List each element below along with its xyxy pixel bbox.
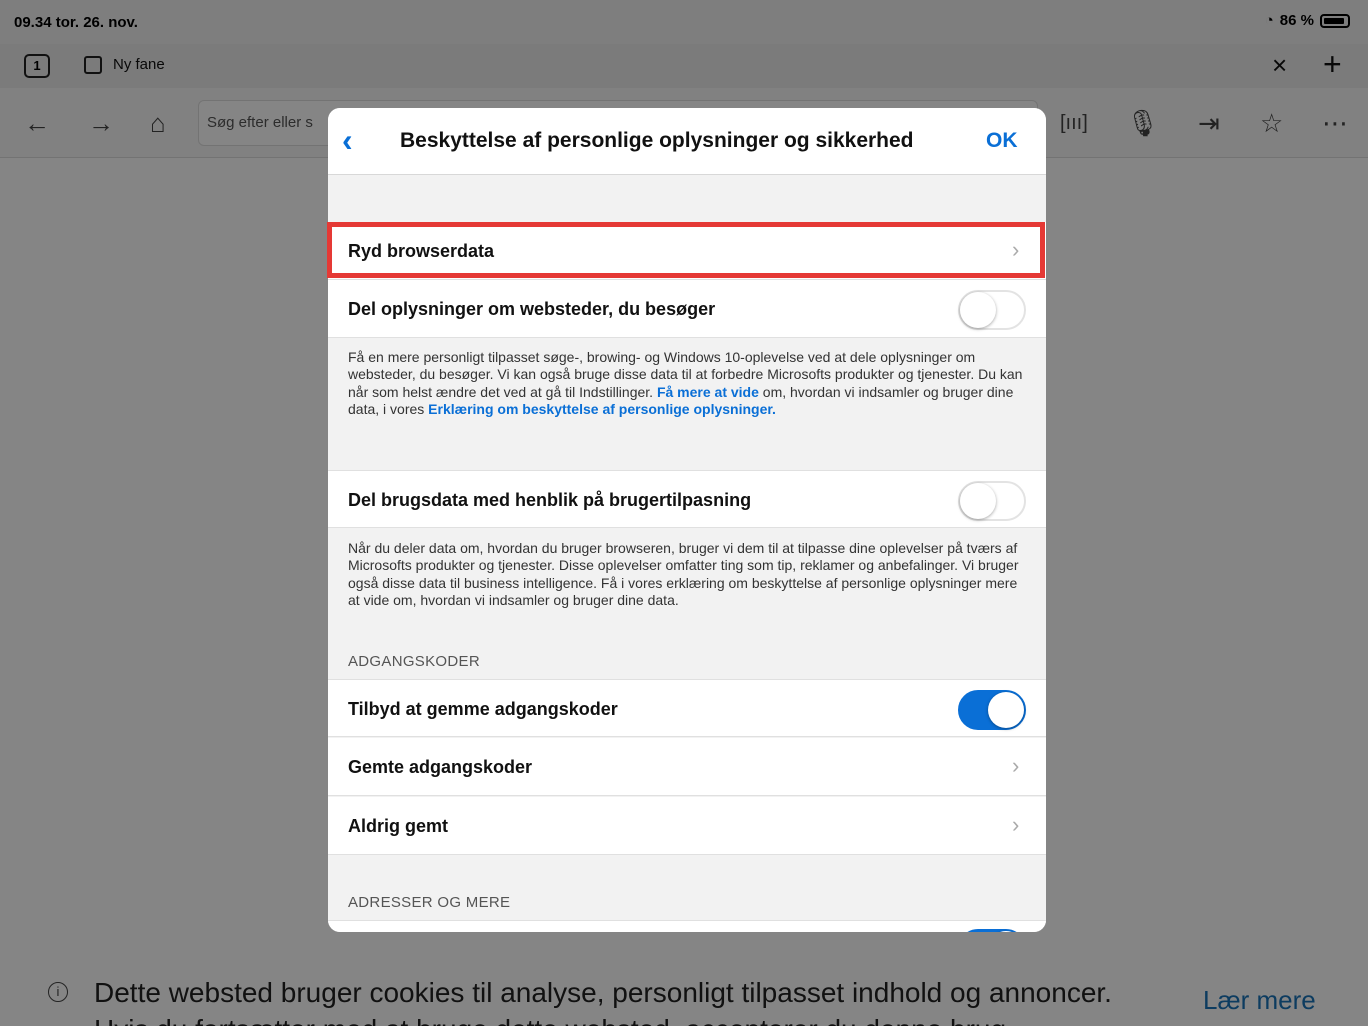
offer-save-passwords-toggle[interactable] <box>958 690 1026 730</box>
share-sites-description: Få en mere personligt tilpasset søge-, b… <box>348 349 1030 419</box>
toggle-knob <box>960 292 996 328</box>
back-chevron-icon[interactable]: ‹ <box>342 122 372 158</box>
ok-button[interactable]: OK <box>986 129 1018 153</box>
never-saved-row[interactable]: Aldrig gemt › <box>328 797 1046 855</box>
share-sites-toggle[interactable] <box>958 290 1026 330</box>
row-label: Gemte adgangskoder <box>348 757 533 777</box>
addresses-row-partial <box>328 920 1046 932</box>
modal-title: Beskyttelse af personlige oplysninger og… <box>400 129 914 152</box>
privacy-statement-link[interactable]: Erklæring om beskyttelse af personlige o… <box>428 401 776 417</box>
chevron-right-icon: › <box>1012 812 1020 837</box>
share-usage-description: Når du deler data om, hvordan du bruger … <box>348 540 1019 609</box>
row-label: Del brugsdata med henblik på brugertilpa… <box>348 490 752 510</box>
learn-more-link[interactable]: Få mere at vide <box>657 384 759 400</box>
toggle-knob <box>960 483 996 519</box>
share-usage-row: Del brugsdata med henblik på brugertilpa… <box>328 470 1046 528</box>
row-label: Tilbyd at gemme adgangskoder <box>348 699 618 719</box>
share-usage-toggle[interactable] <box>958 481 1026 521</box>
row-label: Del oplysninger om websteder, du besøger <box>348 299 716 319</box>
section-header-addresses: ADRESSER OG MERE <box>348 894 511 911</box>
offer-save-passwords-row: Tilbyd at gemme adgangskoder <box>328 679 1046 737</box>
share-sites-row: Del oplysninger om websteder, du besøger <box>328 280 1046 338</box>
highlight-box <box>327 222 1045 278</box>
addresses-toggle[interactable] <box>958 929 1026 932</box>
toggle-knob <box>988 692 1024 728</box>
toggle-knob <box>988 931 1024 932</box>
chevron-right-icon: › <box>1012 753 1020 778</box>
modal-header: ‹ Beskyttelse af personlige oplysninger … <box>328 108 1046 175</box>
row-label: Aldrig gemt <box>348 816 449 836</box>
saved-passwords-row[interactable]: Gemte adgangskoder › <box>328 738 1046 796</box>
section-header-passwords: ADGANGSKODER <box>348 653 480 670</box>
